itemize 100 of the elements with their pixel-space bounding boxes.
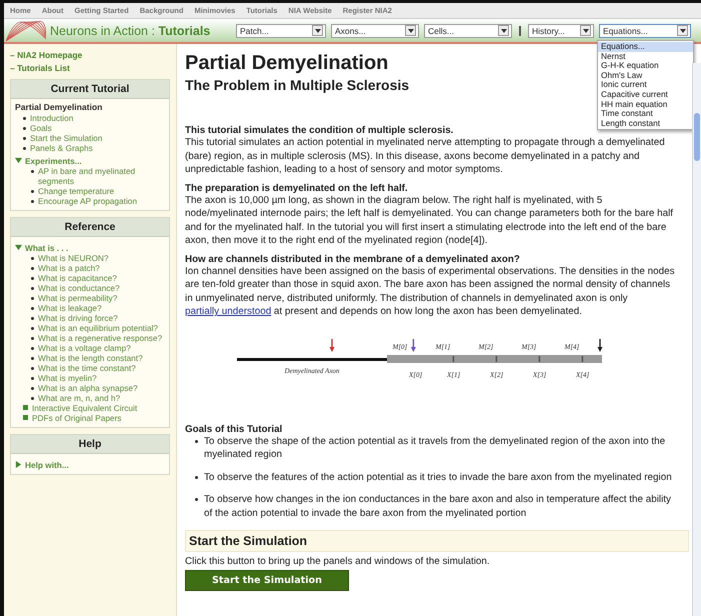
sidebar-item[interactable]: What is the time constant? [23,363,166,373]
menu-item[interactable]: Nernst [598,52,693,62]
bullet-icon [31,257,34,260]
tree-toggle[interactable]: What is . . . [15,243,166,253]
square-icon [23,415,28,420]
sidebar-item[interactable]: What is capacitance? [23,273,166,283]
menu-item[interactable]: Time constant [598,109,693,119]
node-mark [538,356,540,362]
bullet-icon [31,377,34,380]
caret-icon [498,25,509,36]
sidebar-link[interactable]: – NIA2 Homepage [10,50,172,60]
triangle-down-icon [15,157,22,164]
bullet-icon [31,307,34,310]
caret-icon [405,25,416,36]
link[interactable]: partially understood [185,306,272,317]
section-heading: Goals of this Tutorial [185,424,282,434]
paragraph: Ion channel densities have been assigned on the basis of experimental observations. The densities in the nodes are ten-fold greater than those in squid axon. The bare axon has been assigned the normal density of channels in unmyelinated nerve, distributed uniformly. The distribution of channels in demyelinated axon is only partially understood at present and depends on how long the axon has been demyelinated. [185,264,676,318]
bullet-icon [31,190,34,193]
tutorial-title: Partial Demyelination [15,102,104,112]
dropdown-select[interactable]: Patch... [236,24,326,38]
panel-heading: Current Tutorial [11,80,169,99]
panel-heading: Reference [11,218,169,237]
caret-icon [312,25,323,36]
bullet-icon [195,440,198,442]
menu-item[interactable]: Capacitive current [598,90,693,100]
bullet-icon [23,137,26,140]
sidebar-item[interactable]: What is permeability? [23,293,166,303]
goal-text: To observe the shape of the action potential as it travels from the demyelinated region of the axon into the myelinated region [204,434,666,462]
menu-item[interactable]: Equations... [598,42,693,52]
sidebar-item[interactable]: What is an equilibrium potential? [23,323,166,333]
paragraph: Click this button to bring up the panels and windows of the simulation. [185,556,491,567]
sidebar-item[interactable]: What is driving force? [23,313,166,323]
paragraph: The axon is 10,000 µm long, as shown in the diagram below. The right half is myelinated, with 5 node/myelinated internode pairs; the left half is demyelinated. You can change parameters both for the bare half and for the myelinated half. In the tutorial you will first insert a stimulating electrode into the left end of the bare axon, then move it to the right end of the myelinated region (node[4]). [185,194,674,248]
bullet-icon [31,277,34,280]
sidebar-item[interactable]: Interactive Equivalent Circuit [15,403,166,413]
panel-heading: Help [11,435,169,454]
sidebar-item[interactable]: What is a voltage clamp? [23,343,166,353]
sidebar-item[interactable]: What is the length constant? [23,353,166,363]
sidebar-item[interactable]: What is a patch? [23,263,166,273]
bullet-icon [31,327,34,330]
sidebar-item[interactable]: What is an alpha synapse? [23,383,166,393]
bullet-icon [31,367,34,370]
square-icon [23,405,28,410]
bullet-icon [195,476,198,478]
menu-item[interactable]: Ionic current [598,80,693,90]
sidebar-item[interactable]: Encourage AP propagation [23,196,166,206]
caret-icon [677,25,688,36]
node-mark [496,356,498,362]
bullet-icon [31,317,34,320]
sidebar-item[interactable]: What is conductance? [23,283,166,293]
bullet-icon [31,200,34,203]
scrollbar-thumb[interactable] [694,113,700,161]
caret-icon [580,25,591,36]
triangle-down-icon [15,244,22,251]
page-title: Partial Demyelination [185,52,388,75]
dropdown-select[interactable]: History... [528,24,594,38]
section-heading: This tutorial simulates the condition of multiple sclerosis. [185,125,454,136]
dropdown-select[interactable]: Axons... [331,24,419,38]
menu-item[interactable]: Ohm's Law [598,70,693,80]
bullet-icon [31,347,34,350]
bullet-icon [31,267,34,270]
menu-item[interactable]: G-H-K equation [598,61,693,71]
goal-text: To observe how changes in the ion conductances in the bare axon and also in temperature affect the ability of the action potential to invade the bare axon from the myelinated portion [204,493,672,520]
bullet-icon [195,498,198,501]
bullet-icon [31,337,34,340]
sidebar-item[interactable]: What is leakage? [23,303,166,313]
menu-item[interactable]: Length constant [598,118,693,128]
paragraph: This tutorial simulates an action potential in myelinated nerve attempting to propagate through a demyelinated (bare) region, as in multiple sclerosis (MS). In this disease, axons become demyelinated in a patchy and unpredictable fashion, leading to a host of sensory and motor symptoms. [185,136,666,176]
scrollbar[interactable] [692,63,701,616]
start-simulation-button[interactable]: Start the Simulation [185,570,349,591]
dropdown-select[interactable]: Cells... [424,24,512,38]
bullet-icon [31,397,34,400]
bullet-icon [31,387,34,390]
sidebar-item[interactable]: What is myelin? [23,373,166,383]
bullet-icon [31,357,34,360]
site-title: Neurons in Action : Tutorials [50,24,212,38]
sidebar-item[interactable]: Change temperature [23,186,166,196]
dropdown-select[interactable]: Equations... [599,24,691,38]
sidebar-item[interactable]: PDFs of Original Papers [15,413,166,423]
node-mark [452,356,454,362]
bullet-icon [23,117,26,120]
bullet-icon [31,297,34,300]
node-mark [582,356,584,362]
sidebar-item[interactable]: What is a regenerative response? [23,333,166,343]
waveform-logo-icon [6,19,46,42]
sidebar-item[interactable]: What is NEURON? [23,253,166,263]
triangle-right-icon [15,461,22,468]
sidebar-item[interactable]: Introduction [15,113,166,123]
sidebar-item[interactable]: Goals [15,123,166,133]
menu-item[interactable]: HH main equation [598,100,693,110]
sidebar-item[interactable]: Panels & Graphs [15,143,166,153]
bullet-icon [23,147,26,150]
sidebar-item[interactable]: Start the Simulation [15,133,166,143]
sidebar-item[interactable]: AP in bare and myelinated segments [23,166,166,186]
sidebar-link[interactable]: – Tutorials List [10,63,172,73]
tree-toggle[interactable]: Experiments... [15,156,166,166]
bullet-icon [23,127,26,130]
sidebar-item[interactable]: What are m, n, and h? [23,393,166,403]
bullet-icon [31,287,34,290]
tree-toggle[interactable]: Help with... [15,460,166,470]
